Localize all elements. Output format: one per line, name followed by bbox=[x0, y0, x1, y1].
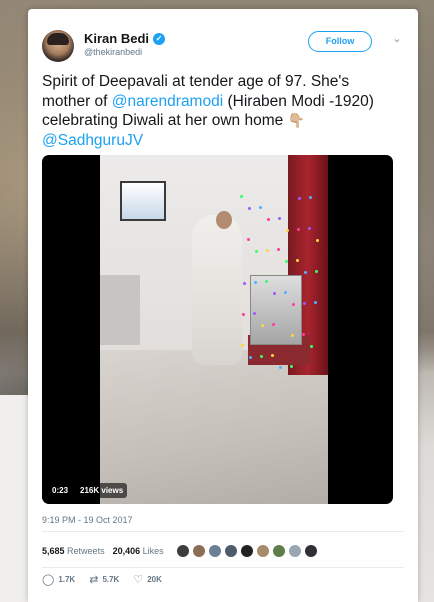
light-dot bbox=[278, 217, 281, 220]
liker-avatar[interactable] bbox=[207, 544, 222, 558]
liker-avatar[interactable] bbox=[191, 544, 206, 558]
light-dot bbox=[261, 324, 264, 327]
engagement-stats: 5,685 Retweets 20,406 Likes bbox=[42, 539, 318, 563]
light-dot bbox=[265, 280, 268, 283]
liker-avatar[interactable] bbox=[287, 544, 302, 558]
like-action[interactable]: ♡ 20K bbox=[133, 573, 162, 586]
light-dot bbox=[242, 313, 245, 316]
light-dot bbox=[266, 249, 269, 252]
retweet-action[interactable]: ⇄ 5.7K bbox=[89, 573, 119, 586]
light-dot bbox=[297, 228, 300, 231]
light-dot bbox=[290, 365, 293, 368]
retweets-stat[interactable]: 5,685 Retweets bbox=[42, 546, 105, 556]
likes-label: Likes bbox=[142, 546, 164, 556]
reply-action[interactable]: ◯ 1.7K bbox=[42, 573, 75, 586]
retweets-count: 5,685 bbox=[42, 546, 65, 556]
video-views: 216K views bbox=[76, 483, 128, 498]
light-dot bbox=[298, 197, 301, 200]
liker-avatar[interactable] bbox=[239, 544, 254, 558]
video-overlay: 0:23 216K views bbox=[48, 483, 128, 498]
light-dot bbox=[243, 282, 246, 285]
liker-avatar[interactable] bbox=[255, 544, 270, 558]
light-dot bbox=[241, 344, 244, 347]
light-dot bbox=[316, 239, 319, 242]
divider bbox=[42, 567, 404, 568]
liker-avatar[interactable] bbox=[175, 544, 190, 558]
tweet-text: Spirit of Deepavali at tender age of 97.… bbox=[42, 72, 382, 150]
reply-icon: ◯ bbox=[42, 574, 55, 586]
video-frame bbox=[100, 155, 328, 504]
heart-icon: ♡ bbox=[133, 574, 144, 586]
liker-avatar[interactable] bbox=[271, 544, 286, 558]
light-dot bbox=[304, 271, 307, 274]
tweet-header: Kiran Bedi ✓ @thekiranbedi Follow ⌄ bbox=[42, 30, 404, 70]
author-name[interactable]: Kiran Bedi bbox=[84, 31, 149, 46]
light-dot bbox=[315, 270, 318, 273]
liker-avatar[interactable] bbox=[303, 544, 318, 558]
light-dot bbox=[260, 355, 263, 358]
video-duration: 0:23 bbox=[48, 483, 73, 498]
video-player[interactable]: 0:23 216K views bbox=[42, 155, 393, 504]
like-count: 20K bbox=[147, 575, 162, 584]
divider bbox=[42, 531, 404, 532]
light-dot bbox=[314, 301, 317, 304]
light-dot bbox=[255, 250, 258, 253]
light-dot bbox=[308, 227, 311, 230]
light-dot bbox=[286, 229, 289, 232]
likes-count: 20,406 bbox=[112, 546, 141, 556]
avatar[interactable] bbox=[42, 30, 74, 62]
light-dot bbox=[296, 259, 299, 262]
retweets-label: Retweets bbox=[67, 546, 105, 556]
light-dot bbox=[279, 366, 282, 369]
author-handle[interactable]: @thekiranbedi bbox=[84, 47, 142, 57]
reply-count: 1.7K bbox=[58, 575, 76, 584]
light-dot bbox=[284, 291, 287, 294]
light-dot bbox=[254, 281, 257, 284]
light-dot bbox=[249, 356, 252, 359]
author-name-line: Kiran Bedi ✓ bbox=[84, 31, 166, 46]
mention-link[interactable]: @SadhguruJV bbox=[42, 132, 143, 149]
follow-button[interactable]: Follow bbox=[308, 31, 372, 52]
tweet-timestamp[interactable]: 9:19 PM - 19 Oct 2017 bbox=[42, 515, 133, 525]
light-dot bbox=[240, 195, 243, 198]
light-dot bbox=[272, 323, 275, 326]
background-strip bbox=[0, 395, 30, 602]
light-dot bbox=[273, 292, 276, 295]
light-dot bbox=[292, 303, 295, 306]
liker-avatar[interactable] bbox=[223, 544, 238, 558]
light-dot bbox=[247, 238, 250, 241]
light-dot bbox=[277, 248, 280, 251]
light-dot bbox=[303, 302, 306, 305]
retweet-icon: ⇄ bbox=[89, 574, 99, 586]
light-dot bbox=[310, 345, 313, 348]
light-dot bbox=[309, 196, 312, 199]
retweet-count: 5.7K bbox=[102, 575, 120, 584]
chevron-down-icon[interactable]: ⌄ bbox=[392, 34, 402, 45]
verified-badge-icon: ✓ bbox=[153, 32, 166, 45]
light-dot bbox=[271, 354, 274, 357]
liker-avatars bbox=[175, 544, 318, 558]
light-dot bbox=[267, 218, 270, 221]
mention-link[interactable]: @narendramodi bbox=[112, 93, 223, 110]
pointing-down-icon: 👇🏼 bbox=[287, 112, 305, 128]
tweet-actions: ◯ 1.7K ⇄ 5.7K ♡ 20K bbox=[42, 573, 162, 586]
light-dot bbox=[291, 334, 294, 337]
light-dot bbox=[248, 207, 251, 210]
light-dot bbox=[253, 312, 256, 315]
light-dot bbox=[302, 333, 305, 336]
tweet-card: Kiran Bedi ✓ @thekiranbedi Follow ⌄ Spir… bbox=[28, 9, 418, 602]
light-dot bbox=[259, 206, 262, 209]
likes-stat[interactable]: 20,406 Likes bbox=[113, 546, 164, 556]
light-dot bbox=[285, 260, 288, 263]
